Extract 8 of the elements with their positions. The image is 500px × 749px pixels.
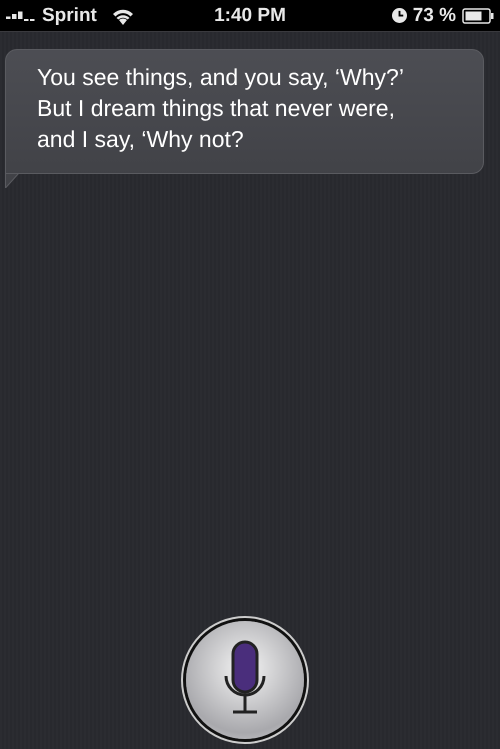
battery-percent: 73 % [412, 4, 456, 26]
microphone-button[interactable] [186, 621, 304, 739]
clock-icon [392, 8, 407, 23]
response-text: You see things, and you say, ‘Why?’ But I dream things that never were, and I say, ‘Why not? [37, 64, 404, 152]
signal-icon [6, 10, 36, 20]
carrier-name: Sprint [42, 4, 97, 26]
battery-icon [462, 8, 494, 24]
clock-time: 1:40 PM [214, 4, 286, 26]
